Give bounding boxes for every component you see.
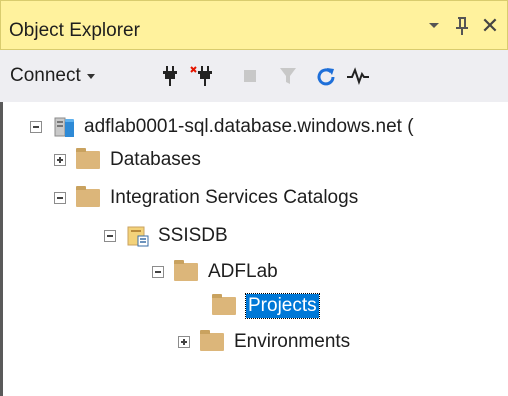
collapse-icon[interactable]	[104, 230, 116, 242]
projects-label: Projects	[245, 293, 320, 319]
folder-icon	[174, 260, 198, 281]
integration-services-label: Integration Services Catalogs	[110, 187, 359, 208]
activity-monitor-icon[interactable]	[346, 64, 370, 88]
chevron-down-icon	[86, 73, 95, 79]
stop-icon	[238, 64, 262, 88]
filter-icon	[276, 64, 300, 88]
ssisdb-label: SSISDB	[158, 225, 228, 246]
expand-icon[interactable]	[178, 336, 190, 348]
folder-icon	[76, 148, 100, 169]
server-icon	[54, 117, 74, 137]
tree-node-adflab[interactable]: ADFLab	[152, 256, 278, 288]
collapse-icon[interactable]	[152, 266, 164, 278]
tree-node-integration-services-catalogs[interactable]: Integration Services Catalogs	[54, 182, 358, 214]
connect-button[interactable]: Connect	[10, 64, 95, 88]
tree-node-databases[interactable]: Databases	[54, 144, 201, 176]
connect-label: Connect	[10, 65, 81, 86]
pin-icon[interactable]	[453, 13, 471, 39]
databases-label: Databases	[110, 149, 201, 170]
folder-icon	[76, 186, 100, 207]
environments-label: Environments	[234, 331, 351, 352]
refresh-icon[interactable]	[314, 64, 338, 88]
panel-left-border	[0, 102, 3, 396]
tree-node-ssisdb[interactable]: SSISDB	[104, 220, 228, 252]
catalog-db-icon	[127, 226, 149, 247]
object-explorer-title-bar: Object Explorer ✕	[0, 0, 508, 50]
connect-plug-icon[interactable]	[158, 64, 182, 88]
adflab-label: ADFLab	[208, 261, 278, 282]
window-position-dropdown-icon[interactable]	[425, 13, 443, 39]
expand-icon[interactable]	[54, 154, 66, 166]
collapse-icon[interactable]	[54, 192, 66, 204]
folder-icon	[200, 330, 224, 351]
object-explorer-toolbar: Connect	[0, 50, 508, 102]
tree-node-projects[interactable]: Projects	[202, 290, 320, 322]
folder-icon	[212, 294, 236, 315]
tree-node-environments[interactable]: Environments	[178, 326, 350, 358]
server-label: adflab0001-sql.database.windows.net (	[84, 116, 414, 137]
close-icon[interactable]: ✕	[479, 13, 501, 39]
disconnect-icon[interactable]	[190, 64, 214, 88]
panel-title: Object Explorer	[9, 20, 140, 41]
tree-node-server[interactable]: adflab0001-sql.database.windows.net (	[30, 111, 414, 143]
collapse-icon[interactable]	[30, 121, 42, 133]
